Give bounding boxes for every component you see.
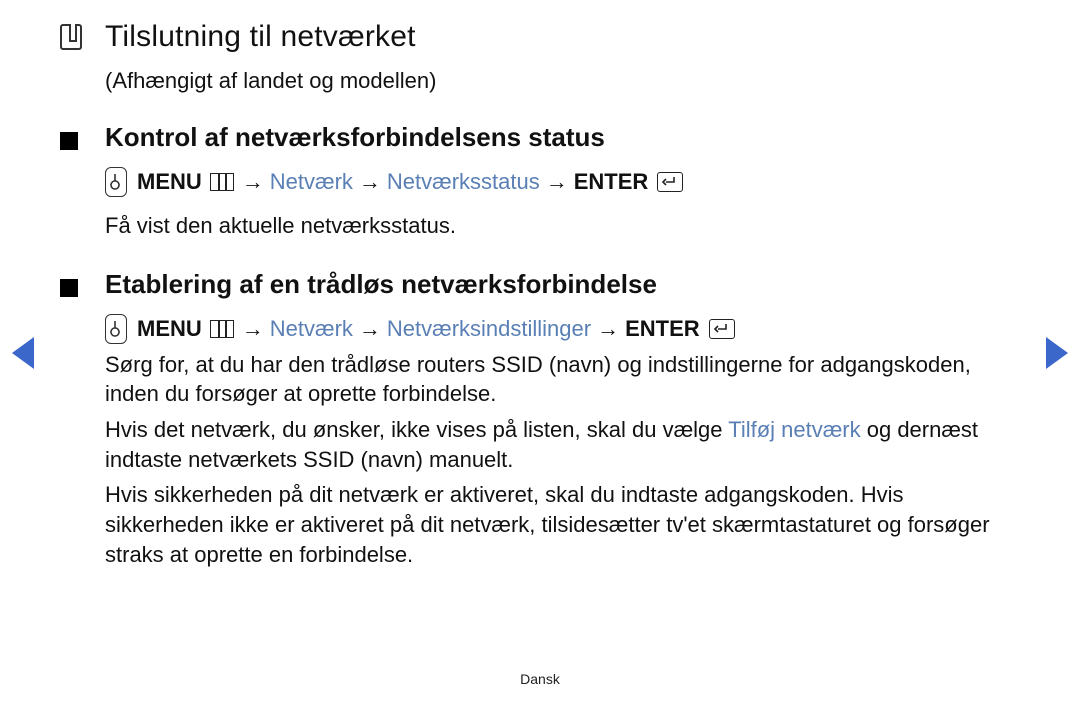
nav-step-networkstatus: Netværksstatus [387,169,540,195]
menu-label: MENU [137,169,202,195]
enter-icon [657,172,683,192]
square-bullet-icon [60,279,78,297]
section-wireless: Etablering af en trådløs netværksforbind… [60,269,1020,570]
subtitle-row: (Afhængigt af landet og modellen) [60,68,1020,94]
section2-heading: Etablering af en trådløs netværksforbind… [105,269,657,300]
square-bullet [60,122,105,150]
enter-label: ENTER [574,169,649,195]
arrow-icon: → [359,316,381,342]
section-status: Kontrol af netværksforbindelsens status … [60,122,1020,241]
nav-step-network: Netværk [270,169,353,195]
menu-grid-icon [210,320,234,338]
section2-para1: Sørg for, at du har den trådløse routers… [105,350,1020,409]
next-page-arrow[interactable] [1046,337,1068,369]
square-bullet [60,269,105,297]
title-row: Tilslutning til netværket [60,20,1020,54]
bookmark-icon [60,24,82,50]
section2-para3: Hvis sikkerheden på dit netværk er aktiv… [105,480,1020,569]
nav-path-status: MENU → Netværk → Netværksstatus → ENTER [105,167,1020,197]
arrow-icon: → [546,169,568,195]
nav-step-network: Netværk [270,316,353,342]
remote-icon [105,167,127,197]
remote-icon [105,314,127,344]
enter-label: ENTER [625,316,700,342]
menu-label: MENU [137,316,202,342]
add-network-link: Tilføj netværk [728,417,860,442]
square-bullet-icon [60,132,78,150]
arrow-icon: → [242,169,264,195]
nav-step-networksettings: Netværksindstillinger [387,316,591,342]
menu-grid-icon [210,173,234,191]
arrow-icon: → [597,316,619,342]
section1-body: Få vist den aktuelle netværksstatus. [105,211,1020,241]
prev-page-arrow[interactable] [12,337,34,369]
section1-heading: Kontrol af netværksforbindelsens status [105,122,605,153]
nav-path-settings: MENU → Netværk → Netværksindstillinger →… [105,314,1020,344]
enter-icon [709,319,735,339]
manual-page: Tilslutning til netværket (Afhængigt af … [0,0,1080,705]
arrow-icon: → [242,316,264,342]
para2-text-a: Hvis det netværk, du ønsker, ikke vises … [105,417,728,442]
footer-language: Dansk [0,671,1080,687]
section2-para2: Hvis det netværk, du ønsker, ikke vises … [105,415,1020,474]
page-title: Tilslutning til netværket [105,20,416,54]
book-bullet [60,20,105,50]
page-subtitle: (Afhængigt af landet og modellen) [105,68,436,94]
arrow-icon: → [359,169,381,195]
